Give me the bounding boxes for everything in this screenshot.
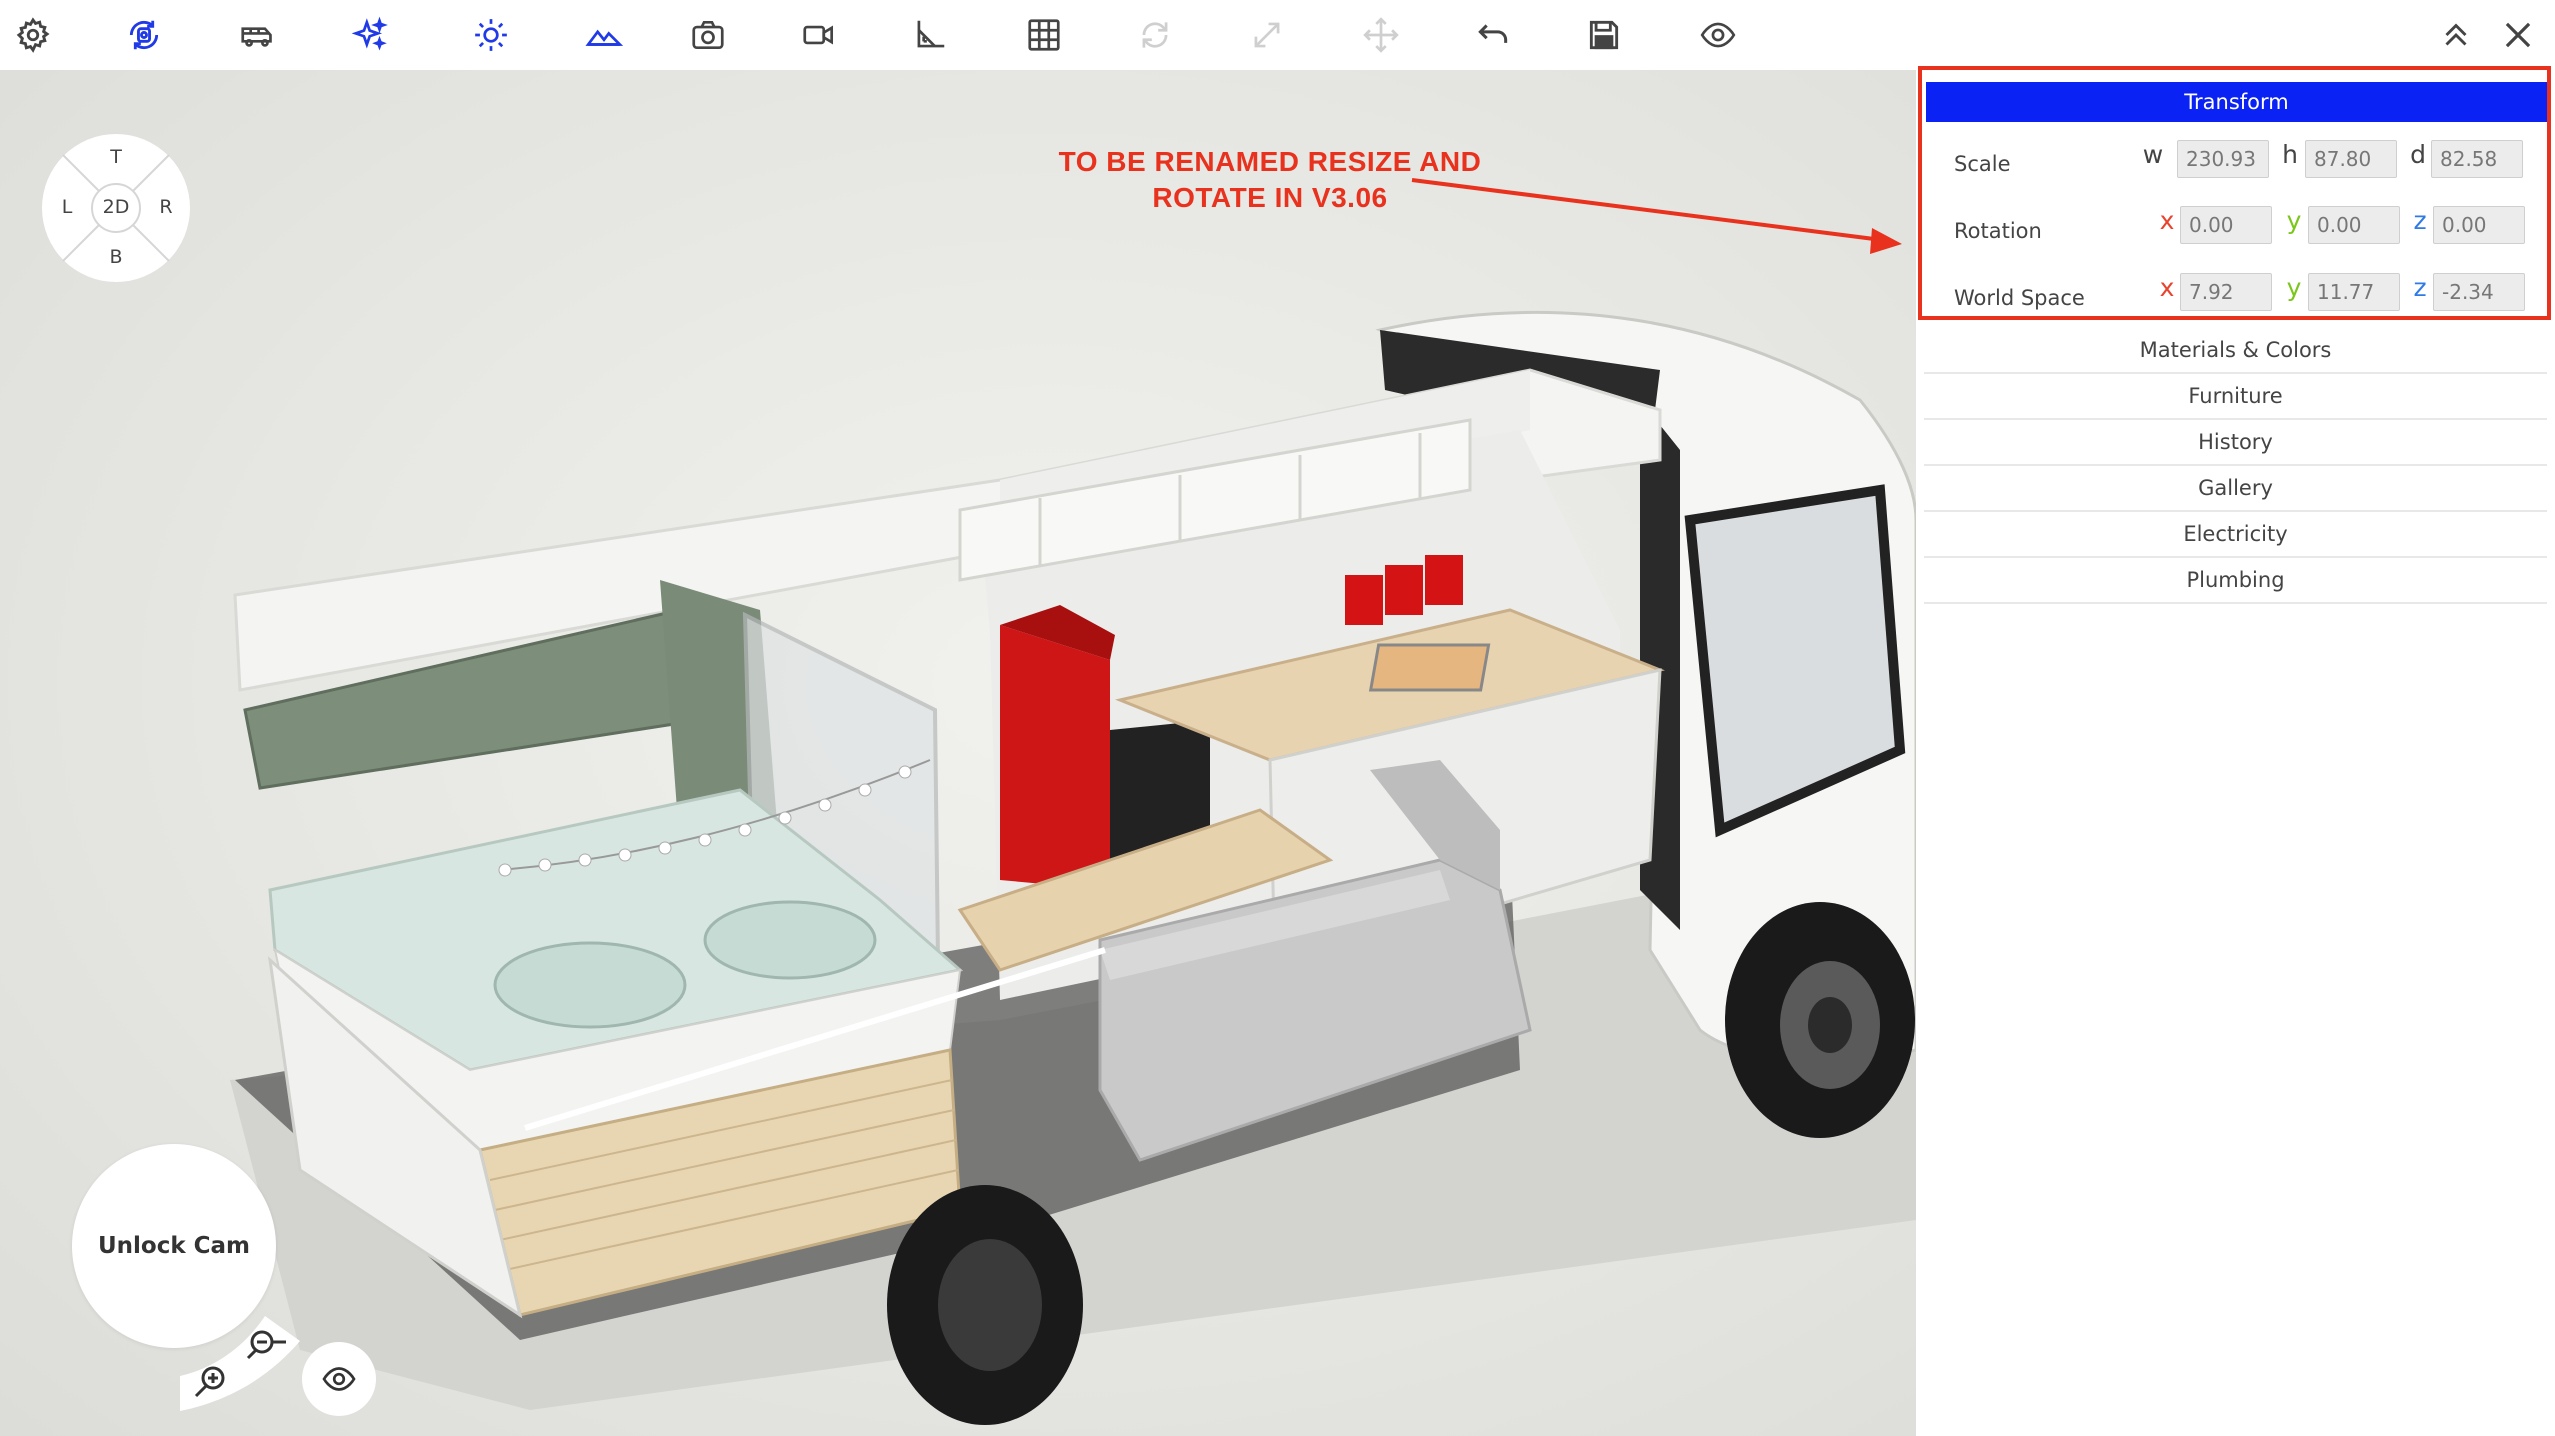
section-electricity[interactable]: Electricity	[1924, 512, 2547, 558]
vehicle-button[interactable]	[231, 10, 283, 60]
world-x-axis: x	[2159, 273, 2175, 302]
resize-button[interactable]	[1241, 10, 1293, 60]
compass-right-view[interactable]: R	[151, 196, 181, 218]
scale-h-input[interactable]	[2305, 140, 2397, 178]
section-furniture[interactable]: Furniture	[1924, 374, 2547, 420]
world-z-input[interactable]	[2433, 273, 2525, 311]
eye-icon	[322, 1367, 356, 1391]
annotation-line-2: ROTATE IN V3.06	[1152, 182, 1388, 213]
compass-left-view[interactable]: L	[52, 196, 82, 218]
visibility-button[interactable]	[1692, 10, 1744, 60]
screenshot-button[interactable]	[682, 10, 734, 60]
compass-2d-toggle[interactable]: 2D	[96, 196, 136, 218]
rotation-x-input[interactable]	[2180, 206, 2272, 244]
toggle-visibility-button[interactable]	[302, 1342, 376, 1416]
properties-panel: Transform Scale w h d Rotation x y z Wor…	[1916, 66, 2555, 1436]
close-icon	[2505, 22, 2531, 48]
scale-d-input[interactable]	[2431, 140, 2523, 178]
top-toolbar	[0, 0, 2555, 70]
van-3d-model	[230, 178, 1916, 1425]
rotation-z-input[interactable]	[2433, 206, 2525, 244]
move-icon	[1363, 17, 1399, 53]
scale-w-input[interactable]	[2177, 140, 2269, 178]
rotation-y-axis: y	[2286, 206, 2302, 235]
sparkle-icon	[351, 16, 388, 51]
world-x-input[interactable]	[2180, 273, 2272, 311]
compass-bottom-view[interactable]: B	[101, 246, 131, 268]
world-y-axis: y	[2286, 273, 2302, 302]
rotation-x-axis: x	[2159, 206, 2175, 235]
rotate-button[interactable]	[1129, 10, 1181, 60]
section-history[interactable]: History	[1924, 420, 2547, 466]
collapse-panel-button[interactable]	[2430, 10, 2482, 60]
section-plumbing[interactable]: Plumbing	[1924, 558, 2547, 604]
view-compass: T L 2D R B	[40, 132, 192, 284]
sun-icon	[475, 19, 507, 51]
3d-viewport[interactable]: T L 2D R B TO BE RENAMED RESIZE AND ROTA…	[0, 70, 1916, 1436]
world-z-axis: z	[2413, 273, 2427, 302]
collapse-icon	[2445, 23, 2467, 46]
van-icon	[241, 27, 272, 47]
scale-h-axis: h	[2282, 140, 2298, 169]
orbit-view-button[interactable]	[118, 10, 170, 60]
rotation-label: Rotation	[1954, 219, 2042, 243]
section-gallery[interactable]: Gallery	[1924, 466, 2547, 512]
transform-section: Transform Scale w h d Rotation x y z Wor…	[1918, 66, 2551, 320]
rename-annotation: TO BE RENAMED RESIZE AND ROTATE IN V3.06	[1010, 144, 1530, 216]
grid-icon	[1028, 19, 1060, 51]
measure-icon	[917, 20, 945, 48]
world-y-input[interactable]	[2308, 273, 2400, 311]
measure-button[interactable]	[904, 10, 956, 60]
lighting-button[interactable]	[465, 10, 517, 60]
close-panel-button[interactable]	[2492, 10, 2544, 60]
video-icon	[803, 25, 834, 45]
annotation-line-1: TO BE RENAMED RESIZE AND	[1058, 146, 1482, 177]
transform-header[interactable]: Transform	[1926, 82, 2547, 122]
save-icon	[1589, 20, 1619, 50]
world-space-label: World Space	[1954, 286, 2085, 310]
effects-button[interactable]	[344, 10, 396, 60]
terrain-icon	[585, 29, 623, 46]
section-materials-colors[interactable]: Materials & Colors	[1924, 328, 2547, 374]
rotation-z-axis: z	[2413, 206, 2427, 235]
scale-d-axis: d	[2410, 140, 2426, 169]
gear-icon	[16, 17, 50, 53]
scale-label: Scale	[1954, 152, 2011, 176]
undo-icon	[1478, 24, 1508, 43]
save-button[interactable]	[1578, 10, 1630, 60]
grid-button[interactable]	[1018, 10, 1070, 60]
record-video-button[interactable]	[793, 10, 845, 60]
settings-button[interactable]	[7, 10, 59, 60]
rotate-view-icon	[129, 20, 159, 50]
resize-icon	[1254, 22, 1280, 48]
eye-icon	[1700, 22, 1736, 48]
move-button[interactable]	[1355, 10, 1407, 60]
scale-w-axis: w	[2142, 140, 2164, 169]
rotate-icon	[1142, 22, 1168, 48]
camera-icon	[692, 20, 724, 50]
undo-button[interactable]	[1467, 10, 1519, 60]
rotation-y-input[interactable]	[2308, 206, 2400, 244]
environment-button[interactable]	[578, 10, 630, 60]
compass-top-view[interactable]: T	[101, 146, 131, 168]
